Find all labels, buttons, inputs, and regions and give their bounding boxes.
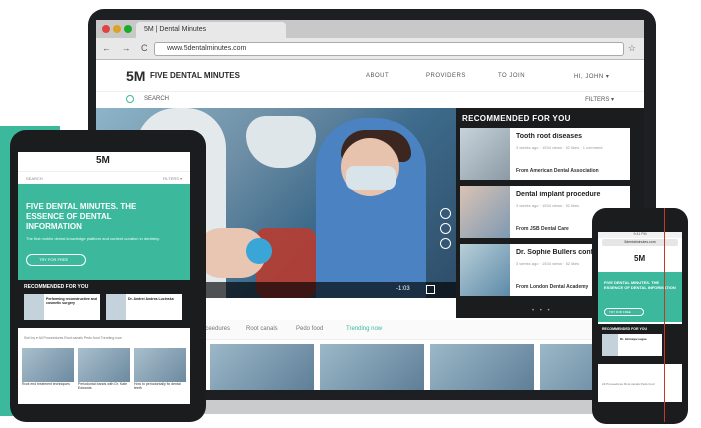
- fullscreen-icon[interactable]: [426, 285, 435, 294]
- tablet-rec-title: Dr. Andrei Andrea Lucinska: [128, 297, 174, 301]
- video-time: -1:03: [396, 286, 410, 292]
- recommended-title: RECOMMENDED FOR YOU: [462, 114, 571, 123]
- social-share: [440, 208, 451, 249]
- tablet-search[interactable]: SEARCH: [26, 176, 43, 181]
- tablet-video-grid: Root end treatment techniques Periodonta…: [22, 348, 186, 390]
- device-showcase: 5M | Dental Minutes ← → C ⌂ www.5dentalm…: [0, 0, 701, 428]
- tablet-tabs: Sort by ▾ All Proceedures Root canals Pe…: [18, 332, 190, 344]
- search-icon[interactable]: [126, 95, 134, 103]
- phone-hero-title: FIVE DENTAL MINUTES. THE ESSENCE OF DENT…: [604, 280, 676, 290]
- window-controls: [102, 25, 132, 33]
- phone-cta-button[interactable]: TRY FOR FREE: [604, 308, 644, 316]
- tablet-rec-card[interactable]: Performing reconstructive and cosmetic s…: [24, 294, 100, 320]
- tablet-header: 5M: [18, 152, 190, 172]
- tablet-rec-thumb: [24, 294, 44, 320]
- video-thumbnail[interactable]: [320, 344, 424, 390]
- nav-about[interactable]: ABOUT: [366, 73, 389, 79]
- phone-recommended-title: RECOMMENDED FOR YOU: [602, 327, 648, 331]
- phone-recommended: RECOMMENDED FOR YOU Dr. Ishmaya Lugue: [598, 324, 682, 364]
- tablet-video-title: Periodontal bands with Dr. Kate Edwards: [78, 382, 128, 390]
- browser-tab[interactable]: 5M | Dental Minutes: [136, 22, 286, 38]
- phone-status-bar: 9:41 PM: [598, 232, 682, 238]
- phone-rec-thumb: [602, 334, 618, 356]
- tablet-tabs-text[interactable]: Sort by ▾ All Proceedures Root canals Pe…: [24, 336, 122, 340]
- carousel-dots[interactable]: • • •: [532, 308, 552, 314]
- search-row: SEARCH FILTERS ▾: [96, 92, 644, 108]
- hero-lamp: [246, 116, 316, 168]
- phone-rec-title: Dr. Ishmaya Lugue: [620, 337, 647, 341]
- phone-screen: 9:41 PM 5dentalminutes.com 5M FIVE DENTA…: [598, 232, 682, 402]
- subnav-root-canals[interactable]: Root canals: [246, 326, 278, 332]
- close-icon[interactable]: [102, 25, 110, 33]
- tablet-video-thumb: [22, 348, 74, 382]
- phone-tabs[interactable]: All Proceedures Root canals Pedo food: [602, 382, 654, 386]
- browser-navbar: ← → C ⌂ www.5dentalminutes.com ☆: [96, 38, 644, 60]
- phone-address-bar[interactable]: 5dentalminutes.com: [602, 239, 678, 246]
- video-thumbnail[interactable]: [430, 344, 534, 390]
- recommended-card-source: From JSB Dental Care: [516, 226, 569, 232]
- tablet-recommended: RECOMMENDED FOR YOU Performing reconstru…: [18, 280, 190, 328]
- tablet-cta-button[interactable]: TRY FOR FREE: [26, 254, 86, 266]
- nav-providers[interactable]: PROVIDERS: [426, 73, 466, 79]
- tablet-screen: 5M SEARCH FILTERS ▾ FIVE DENTAL MINUTES.…: [18, 152, 190, 404]
- site-logo-text[interactable]: FIVE DENTAL MINUTES: [150, 71, 240, 80]
- tablet-logo[interactable]: 5M: [96, 155, 110, 166]
- recommended-card[interactable]: Tooth root diseases 3 weeks ago · 1534 v…: [460, 128, 630, 180]
- browser-tabbar: 5M | Dental Minutes: [96, 20, 644, 38]
- hero-mask: [346, 166, 396, 190]
- site-logo[interactable]: 5M: [126, 68, 145, 84]
- tablet-rec-thumb: [106, 294, 126, 320]
- subnav-pedo-food[interactable]: Pedo food: [296, 326, 323, 332]
- nav-user-menu[interactable]: HI, JOHN ▾: [574, 73, 609, 80]
- tablet-hero-subtitle: The first mobile dental knowledge platfo…: [26, 236, 160, 241]
- tablet-video-item[interactable]: Periodontal bands with Dr. Kate Edwards: [78, 348, 130, 390]
- tablet-rec-card[interactable]: Dr. Andrei Andrea Lucinska: [106, 294, 182, 320]
- recommended-thumb: [460, 128, 510, 180]
- tablet-hero: FIVE DENTAL MINUTES. THE ESSENCE OF DENT…: [18, 184, 190, 280]
- search-input[interactable]: SEARCH: [144, 96, 169, 102]
- hero-glove: [246, 238, 272, 264]
- recommended-card-title: Dental implant procedure: [516, 191, 601, 198]
- tablet-hero-title: FIVE DENTAL MINUTES. THE ESSENCE OF DENT…: [26, 202, 137, 231]
- phone-hero: FIVE DENTAL MINUTES. THE ESSENCE OF DENT…: [598, 272, 682, 322]
- video-thumbnail[interactable]: [210, 344, 314, 390]
- recommended-card-source: From American Dental Association: [516, 168, 599, 174]
- nav-to-join[interactable]: TO JOIN: [498, 73, 525, 79]
- recommended-card-title: Tooth root diseases: [516, 133, 582, 140]
- recommended-card-meta: 3 weeks ago · 1534 views · 52 likes: [516, 261, 580, 266]
- tablet-video-title: How to periodontally fix dental teeth: [134, 382, 181, 390]
- recommended-card-meta: 3 weeks ago · 1534 views · 52 likes · 1 …: [516, 145, 603, 150]
- recommended-thumb: [460, 186, 510, 238]
- tablet-rec-title: Performing reconstructive and cosmetic s…: [46, 297, 97, 305]
- heart-icon[interactable]: [440, 208, 451, 219]
- tablet-video-item[interactable]: Root end treatment techniques: [22, 348, 74, 390]
- tablet-search-row: SEARCH FILTERS ▾: [18, 172, 190, 184]
- tablet-video-title: Root end treatment techniques: [22, 382, 70, 386]
- recommended-thumb: [460, 244, 510, 296]
- recommended-card-source: From London Dental Academy: [516, 284, 589, 290]
- minimize-icon[interactable]: [113, 25, 121, 33]
- address-bar[interactable]: www.5dentalminutes.com: [154, 42, 624, 56]
- laptop-base: [160, 400, 650, 414]
- subnav-trending[interactable]: Trending now: [346, 326, 382, 332]
- phone-rec-card[interactable]: Dr. Ishmaya Lugue: [602, 334, 662, 356]
- tablet-video-thumb: [78, 348, 130, 382]
- share-icon[interactable]: [440, 223, 451, 234]
- filters-dropdown[interactable]: FILTERS ▾: [585, 96, 614, 103]
- phone-accent-line: [664, 208, 665, 422]
- tablet-recommended-title: RECOMMENDED FOR YOU: [24, 284, 89, 290]
- comment-icon[interactable]: [440, 238, 451, 249]
- tablet-filters[interactable]: FILTERS ▾: [163, 176, 182, 181]
- bookmark-star-icon[interactable]: ☆: [628, 43, 636, 54]
- recommended-card-meta: 3 weeks ago · 1534 views · 52 likes: [516, 203, 580, 208]
- tablet-video-item[interactable]: How to periodontally fix dental teeth: [134, 348, 186, 390]
- site-header: 5M FIVE DENTAL MINUTES ABOUT PROVIDERS T…: [96, 60, 644, 92]
- phone-logo[interactable]: 5M: [634, 254, 645, 263]
- tablet-video-thumb: [134, 348, 186, 382]
- maximize-icon[interactable]: [124, 25, 132, 33]
